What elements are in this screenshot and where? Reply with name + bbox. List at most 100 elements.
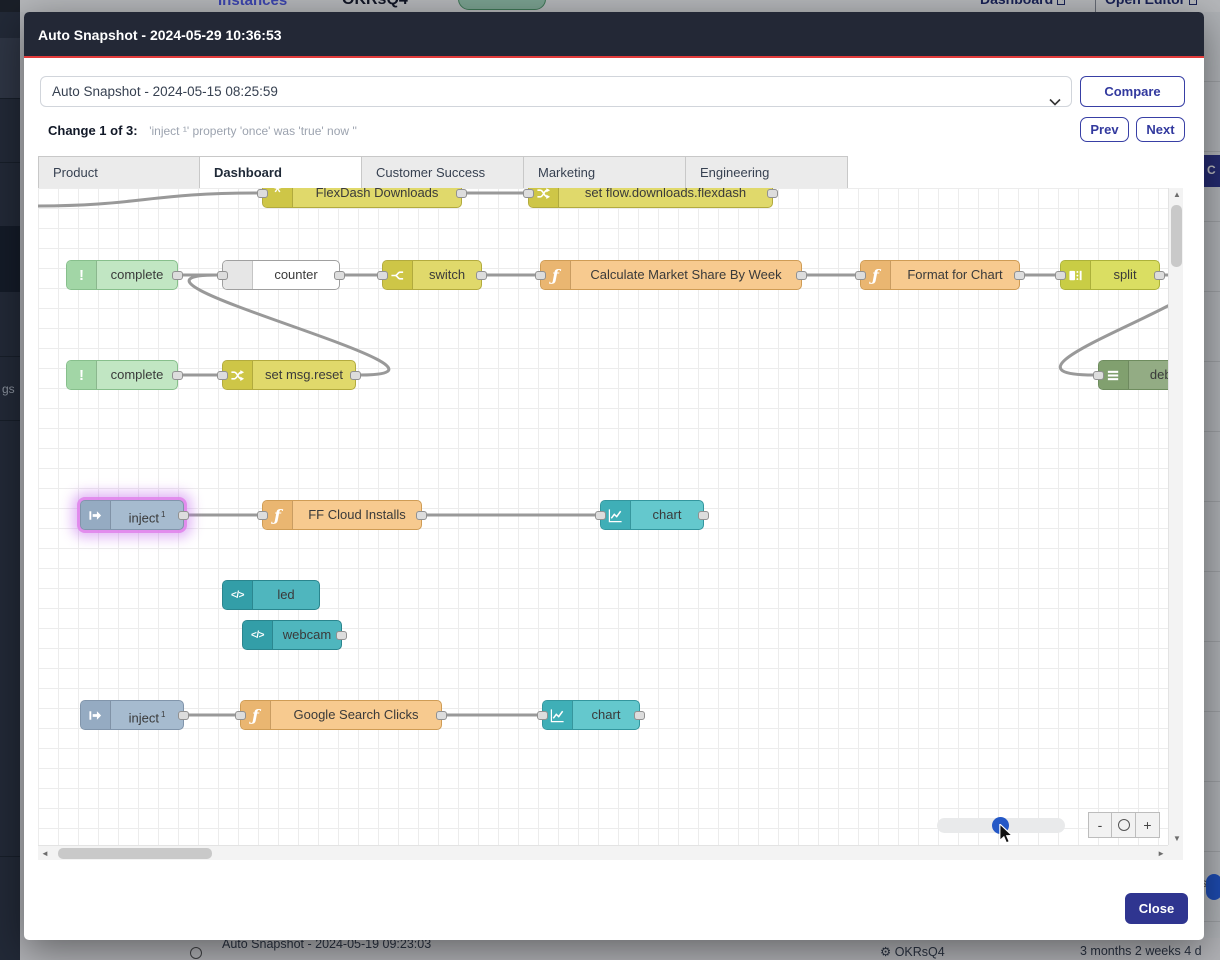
node-split[interactable]: split — [1060, 260, 1160, 290]
input-port — [1055, 271, 1066, 280]
node-label: complete — [97, 261, 177, 289]
mouse-cursor — [998, 824, 1016, 844]
node-calc[interactable]: ƒCalculate Market Share By Week — [540, 260, 802, 290]
output-port — [416, 511, 427, 520]
complete-icon: ! — [67, 361, 97, 389]
next-button[interactable]: Next — [1136, 117, 1185, 142]
zoom-reset-icon — [1118, 819, 1130, 831]
snapshot-select[interactable]: Auto Snapshot - 2024-05-15 08:25:59 — [40, 76, 1072, 107]
node-label: set flow.downloads.flexdash — [559, 188, 772, 207]
node-chart1[interactable]: chart — [600, 500, 704, 530]
node-inject1[interactable]: inject1 — [80, 500, 184, 530]
compare-button[interactable]: Compare — [1080, 76, 1185, 107]
node-label: complete — [97, 361, 177, 389]
node-label: Google Search Clicks — [271, 701, 441, 729]
output-port — [476, 271, 487, 280]
output-port — [336, 631, 347, 640]
zoom-button-group: - + — [1088, 812, 1160, 838]
node-google[interactable]: ƒGoogle Search Clicks — [240, 700, 442, 730]
scroll-right-arrow[interactable]: ► — [1157, 849, 1165, 858]
input-port — [855, 271, 866, 280]
node-setflow[interactable]: set flow.downloads.flexdash — [528, 188, 773, 208]
flow-canvas[interactable]: *FlexDash Downloads set flow.downloads.fl… — [38, 188, 1168, 845]
scrollbar-corner — [1168, 845, 1183, 860]
node-flexdash[interactable]: *FlexDash Downloads — [262, 188, 462, 208]
inject-icon — [81, 501, 111, 529]
horizontal-scrollbar[interactable]: ◄ ► — [38, 845, 1168, 860]
flow-tabs: ProductDashboardCustomer SuccessMarketin… — [38, 156, 848, 189]
output-port — [456, 189, 467, 198]
input-port — [523, 189, 534, 198]
node-switch[interactable]: switch — [382, 260, 482, 290]
horizontal-scroll-thumb[interactable] — [58, 848, 212, 859]
node-label: set msg.reset — [253, 361, 355, 389]
snapshot-select-value: Auto Snapshot - 2024-05-15 08:25:59 — [52, 84, 278, 99]
node-counter[interactable]: counter — [222, 260, 340, 290]
change-counter-label: Change 1 of 3: — [48, 123, 138, 138]
node-label: webcam — [273, 621, 341, 649]
tab-customer-success[interactable]: Customer Success — [362, 156, 524, 189]
node-label: debug — [1129, 361, 1168, 389]
zoom-out-button[interactable]: - — [1088, 812, 1112, 838]
output-port — [436, 711, 447, 720]
node-label: Format for Chart — [891, 261, 1019, 289]
node-debug[interactable]: debug — [1098, 360, 1168, 390]
node-complete2[interactable]: !complete — [66, 360, 178, 390]
output-port — [334, 271, 345, 280]
snapshot-compare-dialog: Auto Snapshot - 2024-05-29 10:36:53 Auto… — [24, 12, 1204, 940]
tab-product[interactable]: Product — [38, 156, 200, 189]
node-label: Calculate Market Share By Week — [571, 261, 801, 289]
zoom-reset-button[interactable] — [1112, 812, 1136, 838]
node-label: chart — [631, 501, 703, 529]
node-chart2[interactable]: chart — [542, 700, 640, 730]
node-webcam[interactable]: </>webcam — [242, 620, 342, 650]
scroll-up-arrow[interactable]: ▲ — [1173, 190, 1181, 199]
chevron-down-icon — [1049, 87, 1061, 116]
input-port — [257, 511, 268, 520]
template-icon: </> — [243, 621, 273, 649]
screen: Instances OKRsQ4 Dashboard Open Editor g… — [0, 0, 1220, 960]
output-port — [172, 271, 183, 280]
output-port — [172, 371, 183, 380]
node-format[interactable]: ƒFormat for Chart — [860, 260, 1020, 290]
output-port — [698, 511, 709, 520]
node-label: led — [253, 581, 319, 609]
node-ffcloud[interactable]: ƒFF Cloud Installs — [262, 500, 422, 530]
node-label: FlexDash Downloads — [293, 188, 461, 207]
vertical-scrollbar[interactable]: ▲ ▼ — [1168, 188, 1183, 845]
node-setreset[interactable]: set msg.reset — [222, 360, 356, 390]
close-button[interactable]: Close — [1125, 893, 1188, 924]
output-port — [1014, 271, 1025, 280]
input-port — [217, 271, 228, 280]
inject-icon — [81, 701, 111, 729]
input-port — [217, 371, 228, 380]
template-icon: </> — [223, 581, 253, 609]
output-port — [634, 711, 645, 720]
input-port — [535, 271, 546, 280]
output-port — [178, 511, 189, 520]
node-complete1[interactable]: !complete — [66, 260, 178, 290]
prev-button[interactable]: Prev — [1080, 117, 1129, 142]
node-label: inject1 — [111, 501, 183, 529]
dialog-header: Auto Snapshot - 2024-05-29 10:36:53 — [24, 12, 1204, 58]
tab-engineering[interactable]: Engineering — [686, 156, 848, 189]
output-port — [178, 711, 189, 720]
tab-dashboard[interactable]: Dashboard — [200, 156, 362, 189]
input-port — [537, 711, 548, 720]
vertical-scroll-thumb[interactable] — [1171, 205, 1182, 267]
input-port — [1093, 371, 1104, 380]
node-inject2[interactable]: inject1 — [80, 700, 184, 730]
output-port — [1154, 271, 1165, 280]
node-label: split — [1091, 261, 1159, 289]
scroll-left-arrow[interactable]: ◄ — [41, 849, 49, 858]
nodes-layer: *FlexDash Downloads set flow.downloads.fl… — [38, 188, 1168, 845]
scroll-down-arrow[interactable]: ▼ — [1173, 834, 1181, 843]
output-port — [796, 271, 807, 280]
node-label: chart — [573, 701, 639, 729]
node-led[interactable]: </>led — [222, 580, 320, 610]
node-label: switch — [413, 261, 481, 289]
zoom-in-button[interactable]: + — [1136, 812, 1160, 838]
change-detail-text: 'inject ¹' property 'once' was 'true' no… — [149, 124, 357, 138]
tab-marketing[interactable]: Marketing — [524, 156, 686, 189]
dialog-title: Auto Snapshot - 2024-05-29 10:36:53 — [38, 27, 282, 43]
